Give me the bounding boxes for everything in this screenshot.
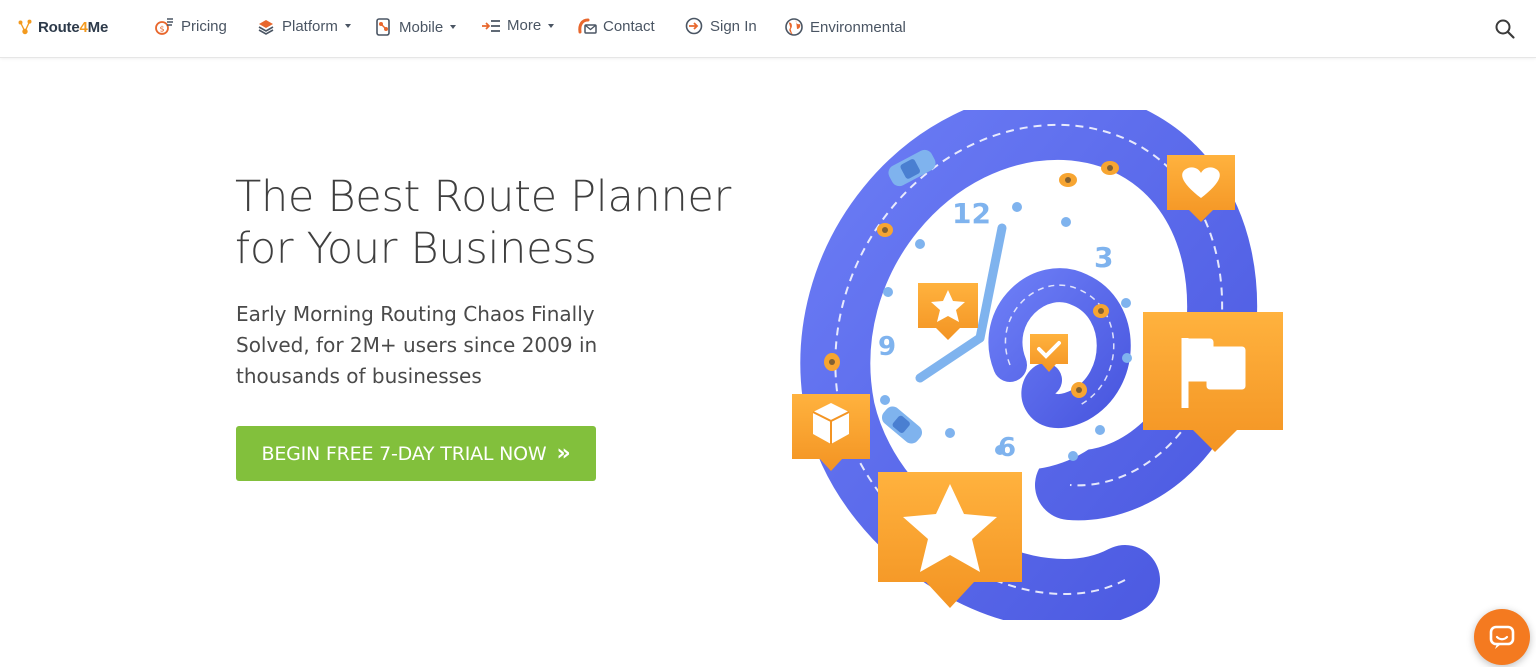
cta-label: BEGIN FREE 7-DAY TRIAL NOW (261, 442, 547, 465)
clock-number-6: 6 (998, 433, 1016, 463)
chat-widget-button[interactable] (1474, 609, 1530, 665)
nav-item-mobile[interactable]: Mobile (375, 17, 457, 37)
contact-icon (578, 18, 597, 34)
double-chevron-right-icon: » (556, 441, 571, 466)
sign-in-icon (685, 17, 703, 35)
pricing-icon: $ (155, 18, 173, 35)
globe-icon (785, 18, 803, 36)
hero-subtitle-line: Early Morning Routing Chaos Finally (236, 302, 595, 326)
hero-subtitle: Early Morning Routing Chaos Finally Solv… (236, 299, 636, 392)
hero-subtitle-line: Solved, for 2M+ users since 2009 in (236, 333, 598, 357)
search-icon[interactable] (1494, 18, 1516, 40)
route-clock-illustration: 12 3 9 6 (792, 110, 1283, 620)
clock-number-12: 12 (952, 197, 991, 230)
nav-item-contact[interactable]: Contact (577, 17, 655, 35)
clock-number-9: 9 (878, 332, 896, 362)
route4me-logo[interactable]: Route4Me (16, 17, 108, 37)
begin-free-trial-button[interactable]: BEGIN FREE 7-DAY TRIAL NOW » (236, 426, 596, 481)
nav-item-pricing[interactable]: $ Pricing (155, 17, 227, 35)
nav-item-platform[interactable]: Platform (256, 17, 351, 35)
hero-title: The Best Route Planner for Your Business (235, 171, 755, 275)
svg-text:$: $ (160, 25, 165, 34)
platform-icon (258, 20, 274, 35)
mobile-icon (376, 18, 390, 36)
nav-item-more[interactable]: More (481, 17, 555, 34)
hero-title-line: for Your Business (235, 224, 597, 274)
chat-bubble-icon (1489, 625, 1515, 649)
hero-title-line: The Best Route Planner (235, 172, 731, 222)
clock-number-3: 3 (1094, 241, 1113, 274)
nav-item-environmental[interactable]: Environmental (784, 17, 906, 37)
chevron-down-icon (344, 24, 351, 28)
brand-name: Route4Me (38, 18, 109, 36)
chevron-down-icon (548, 23, 555, 28)
logo-icon (18, 19, 32, 35)
more-icon (482, 19, 500, 32)
hero-subtitle-line: thousands of businesses (236, 364, 482, 388)
chevron-down-icon (450, 25, 457, 29)
top-navigation: Route4Me $ Pricing Platform Mobile More … (0, 0, 1536, 58)
nav-item-sign-in[interactable]: Sign In (684, 17, 757, 35)
